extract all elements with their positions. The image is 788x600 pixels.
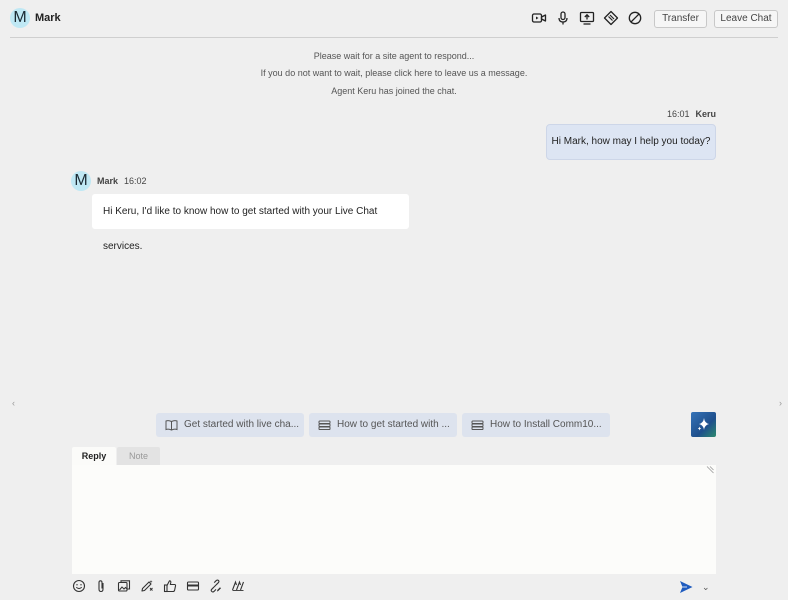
emoji-icon[interactable] xyxy=(72,579,86,593)
magic-pen-icon[interactable] xyxy=(140,579,154,593)
signature-icon[interactable] xyxy=(231,579,245,593)
video-call-icon[interactable] xyxy=(531,10,547,26)
link-edit-icon[interactable] xyxy=(208,579,222,593)
attachment-icon[interactable] xyxy=(94,579,108,593)
ai-assist-button[interactable] xyxy=(691,412,716,437)
tab-reply[interactable]: Reply xyxy=(72,447,116,465)
avatar: M xyxy=(71,171,91,191)
stack-icon xyxy=(471,419,484,431)
stack-icon xyxy=(318,419,331,431)
message-sender: Keru xyxy=(695,109,716,119)
scroll-right-arrow[interactable]: › xyxy=(779,398,782,408)
suggestion-label: How to Install Comm10... xyxy=(490,419,602,430)
system-message-wait: Please wait for a site agent to respond.… xyxy=(313,51,475,61)
header-divider xyxy=(10,37,778,38)
card-icon[interactable] xyxy=(186,579,200,593)
send-icon[interactable] xyxy=(679,580,693,594)
avatar: M xyxy=(10,8,30,28)
chat-header: M Mark Transfer Leave Chat xyxy=(0,0,788,38)
block-icon[interactable] xyxy=(627,10,643,26)
resize-handle-icon[interactable] xyxy=(706,466,714,474)
suggestion-chip[interactable]: How to get started with ... xyxy=(309,413,457,437)
suggestion-chip[interactable]: Get started with live cha... xyxy=(156,413,304,437)
message-sender: Mark xyxy=(97,176,119,186)
user-message-bubble: Hi Keru, I'd like to know how to get sta… xyxy=(92,194,409,252)
microphone-icon[interactable] xyxy=(555,10,571,26)
system-message-agent-joined: Agent Keru has joined the chat. xyxy=(331,86,457,96)
screen-share-icon[interactable] xyxy=(579,10,595,26)
contact-name: Mark xyxy=(35,12,61,24)
suggestion-chip[interactable]: How to Install Comm10... xyxy=(462,413,610,437)
agent-message-bubble: Hi Mark, how may I help you today? xyxy=(546,124,716,160)
gallery-icon[interactable] xyxy=(117,579,131,593)
suggestion-label: How to get started with ... xyxy=(337,419,450,430)
tab-note[interactable]: Note xyxy=(117,447,160,465)
ticket-icon[interactable] xyxy=(603,10,619,26)
suggestion-label: Get started with live cha... xyxy=(184,419,300,430)
sparkle-icon xyxy=(697,418,709,431)
agent-message-meta: 16:01 Keru xyxy=(667,109,716,119)
thumbs-up-icon[interactable] xyxy=(163,579,177,593)
user-message-meta: Mark 16:02 xyxy=(97,176,147,186)
book-icon xyxy=(165,419,178,431)
chevron-down-icon[interactable]: ⌄ xyxy=(702,582,710,593)
system-message-leave-message[interactable]: If you do not want to wait, please click… xyxy=(0,68,788,78)
scroll-left-arrow[interactable]: ‹ xyxy=(12,398,15,408)
reply-editor[interactable] xyxy=(72,465,716,574)
message-time: 16:02 xyxy=(124,176,147,186)
transfer-button[interactable]: Transfer xyxy=(654,10,707,28)
message-time: 16:01 xyxy=(666,109,690,119)
leave-chat-button[interactable]: Leave Chat xyxy=(714,10,778,28)
